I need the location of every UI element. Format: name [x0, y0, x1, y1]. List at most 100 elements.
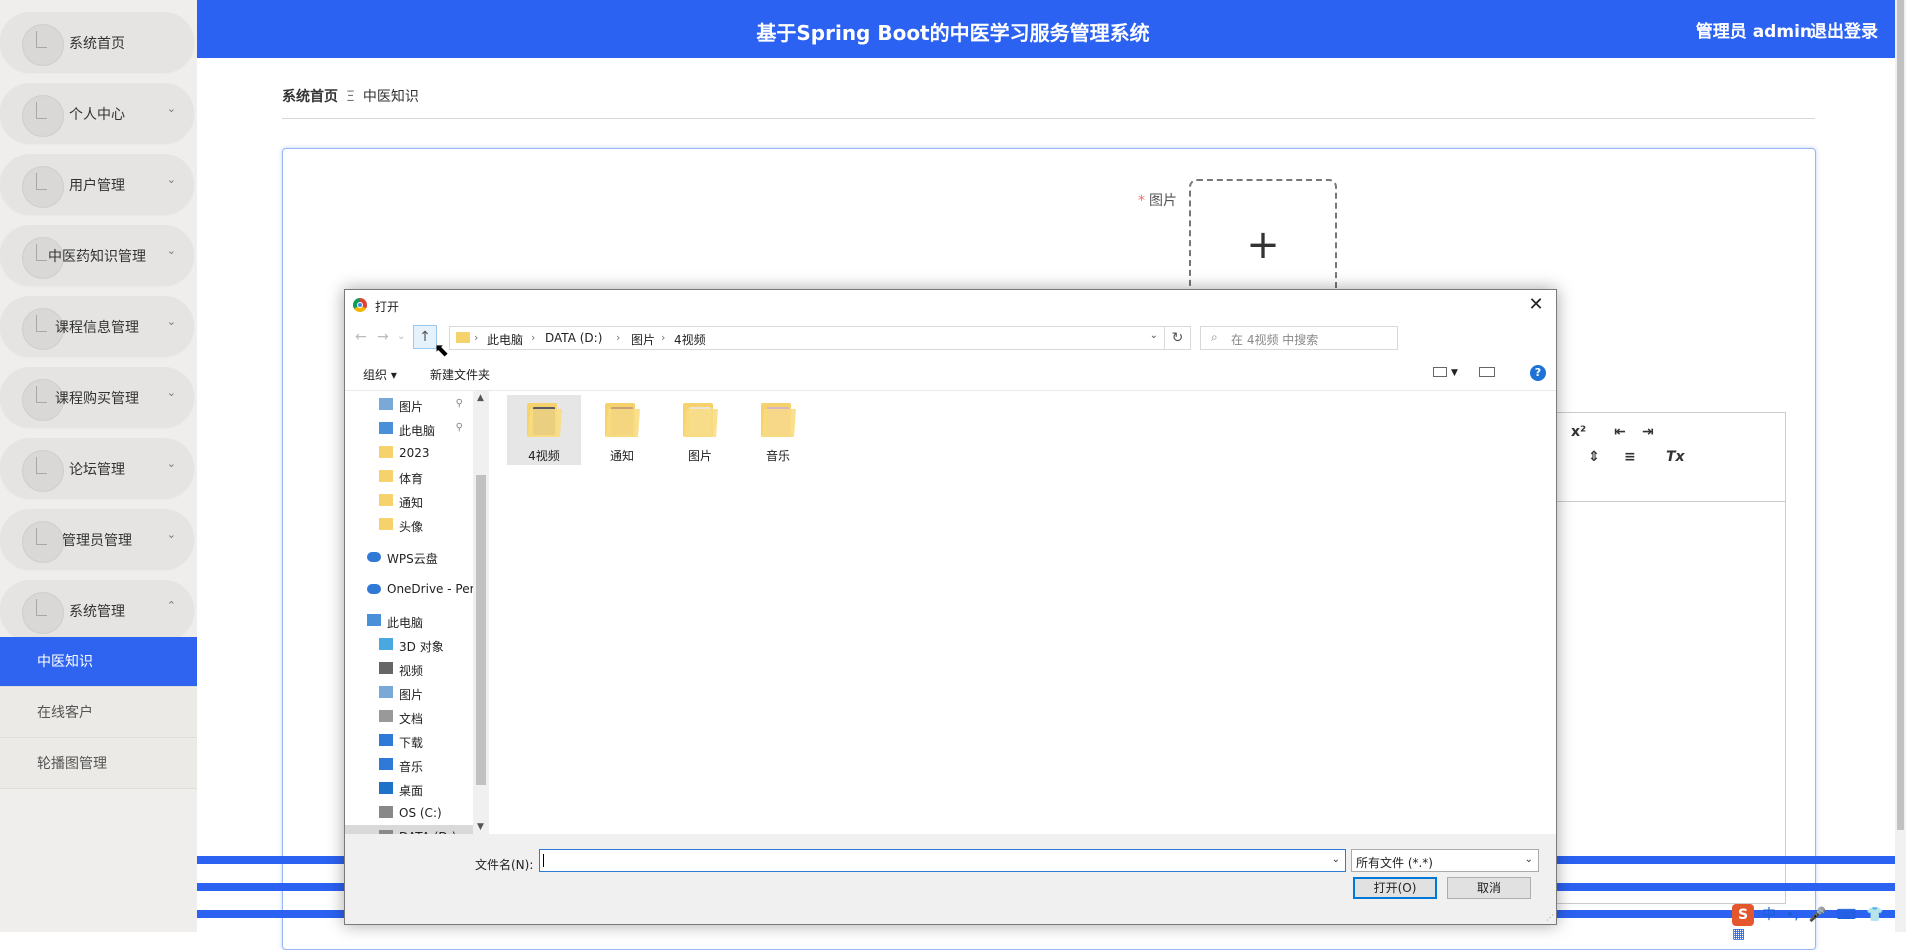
menu-label: 课程购买管理	[55, 391, 139, 407]
pc-icon	[379, 422, 393, 434]
dialog-footer: 文件名(N): ⌄ 所有文件 (*.*) ⌄ 打开(O) 取消 ⋰	[345, 834, 1556, 924]
folder-item[interactable]: 图片	[663, 395, 737, 465]
help-icon[interactable]: ?	[1530, 365, 1546, 381]
address-crumb[interactable]: 此电脑	[487, 331, 523, 348]
nav-pane-item[interactable]: 音乐	[345, 753, 473, 777]
breadcrumb-chevron-icon: ›	[531, 331, 536, 344]
doc-icon	[379, 710, 393, 722]
breadcrumb-chevron-icon: ›	[616, 331, 621, 344]
preview-pane-icon[interactable]	[1479, 367, 1495, 377]
sidebar-subitem[interactable]: 轮播图管理	[0, 739, 197, 789]
logout-link[interactable]: 退出登录	[1810, 17, 1878, 42]
navigation-scrollbar[interactable]: ▲ ▼	[473, 391, 489, 834]
scroll-down-icon[interactable]: ▼	[477, 822, 484, 832]
address-crumb[interactable]: DATA (D:)	[545, 331, 602, 345]
nav-pane-item[interactable]: OS (C:)	[345, 801, 473, 825]
cancel-button[interactable]: 取消	[1447, 877, 1531, 899]
nav-pane-item[interactable]: 图片 ⚲	[345, 393, 473, 417]
sidebar-subitem[interactable]: 中医知识	[0, 637, 197, 687]
image-field-label: * 图片	[1138, 190, 1177, 210]
size-stepper-icon[interactable]: ⇕	[1588, 449, 1600, 465]
download-icon	[379, 734, 393, 746]
sidebar-menu-item[interactable]: 课程购买管理 ⌄	[0, 367, 194, 427]
nav-pane-item[interactable]: 图片	[345, 681, 473, 705]
mouse-pointer-icon: ⬉	[434, 340, 450, 361]
ime-menu-icon[interactable]: ▦	[1732, 926, 1745, 942]
nav-pane-label: 下载	[399, 736, 424, 750]
sidebar-menu-item[interactable]: 个人中心 ⌄	[0, 83, 194, 143]
new-folder-button[interactable]: 新建文件夹	[430, 366, 490, 383]
sidebar-menu-item[interactable]: 论坛管理 ⌄	[0, 438, 194, 498]
sidebar-menu-item[interactable]: 系统首页	[0, 12, 194, 72]
superscript-icon[interactable]: x²	[1571, 424, 1586, 440]
align-left-icon[interactable]: ≡	[1624, 449, 1636, 465]
ime-chinese-mode[interactable]: 中	[1762, 907, 1776, 923]
sidebar-menu-item[interactable]: 课程信息管理 ⌄	[0, 296, 194, 356]
nav-pane-label: OS (C:)	[399, 806, 442, 820]
ime-skin-icon[interactable]: 👕	[1866, 907, 1883, 923]
ime-microphone-icon[interactable]: 🎤	[1809, 907, 1826, 923]
sidebar-menu-item[interactable]: 管理员管理 ⌄	[0, 509, 194, 569]
sidebar-menu-item[interactable]: 中医药知识管理 ⌄	[0, 225, 194, 285]
indent-icon[interactable]: ⇥	[1642, 424, 1654, 440]
folder-item[interactable]: 音乐	[741, 395, 815, 465]
sidebar-subitem[interactable]: 在线客户	[0, 688, 197, 738]
video-icon	[379, 662, 393, 674]
nav-pane-label: 文档	[399, 712, 424, 726]
nav-pane-item[interactable]: 视频	[345, 657, 473, 681]
nav-pane-item[interactable]: OneDrive - Perso	[345, 577, 473, 601]
nav-pane-item[interactable]: 3D 对象	[345, 633, 473, 657]
close-icon[interactable]: ✕	[1516, 290, 1556, 320]
page-scrollbar-thumb[interactable]	[1897, 0, 1904, 830]
page-scrollbar[interactable]	[1895, 0, 1906, 932]
sogou-logo-icon[interactable]: S	[1732, 904, 1754, 926]
ime-keyboard-icon[interactable]: ⌨	[1836, 907, 1856, 923]
rich-text-editor[interactable]	[1553, 412, 1786, 904]
nav-pane-item[interactable]: 2023	[345, 441, 473, 465]
filetype-select[interactable]: 所有文件 (*.*) ⌄	[1351, 849, 1539, 872]
address-crumb[interactable]: 4视频	[674, 331, 706, 348]
open-button[interactable]: 打开(O)	[1353, 877, 1437, 899]
forward-arrow-icon[interactable]: →	[377, 329, 389, 345]
nav-pane-item[interactable]: 文档	[345, 705, 473, 729]
sidebar-menu-item[interactable]: 系统管理 ⌃	[0, 580, 194, 640]
address-crumb[interactable]: 图片	[631, 331, 655, 348]
recent-locations-icon[interactable]: ⌄	[397, 331, 405, 342]
nav-pane-item[interactable]: 此电脑	[345, 609, 473, 633]
dialog-titlebar[interactable]: 打开 ✕	[345, 290, 1556, 320]
filename-input[interactable]: ⌄	[539, 849, 1346, 872]
current-user: 管理员 admin	[1695, 22, 1812, 42]
nav-pane-item[interactable]: 通知	[345, 489, 473, 513]
clear-format-icon[interactable]: Tx	[1666, 449, 1685, 465]
folder-item[interactable]: 4视频	[507, 395, 581, 465]
outdent-icon[interactable]: ⇤	[1614, 424, 1626, 440]
navigation-scrollbar-thumb[interactable]	[476, 475, 486, 785]
back-arrow-icon[interactable]: ←	[355, 329, 367, 345]
address-bar[interactable]: › 此电脑 › DATA (D:) › 图片 › 4视频 ⌄	[449, 326, 1165, 350]
view-mode-icon[interactable]	[1433, 367, 1447, 377]
resize-grip-icon[interactable]: ⋰	[1546, 913, 1554, 922]
chevron-down-icon[interactable]: ⌄	[1150, 330, 1158, 341]
nav-pane-item[interactable]: 头像	[345, 513, 473, 537]
pc-icon	[367, 614, 381, 626]
chevron-icon: ⌄	[166, 315, 176, 328]
nav-pane-item[interactable]: DATA (D:)	[345, 825, 473, 834]
nav-pane-item[interactable]: 下载	[345, 729, 473, 753]
search-input[interactable]: ⌕ 在 4视频 中搜索	[1200, 326, 1398, 350]
sidebar-menu-item[interactable]: 用户管理 ⌄	[0, 154, 194, 214]
folder-item[interactable]: 通知	[585, 395, 659, 465]
chevron-down-icon[interactable]: ⌄	[1332, 854, 1340, 865]
chevron-down-icon[interactable]: ▼	[1451, 368, 1458, 378]
nav-pane-item[interactable]: WPS云盘	[345, 545, 473, 569]
ime-toolbar[interactable]: S 中 •, 🎤 ⌨ 👕 ▦	[1732, 904, 1906, 942]
app-title: 基于Spring Boot的中医学习服务管理系统	[756, 21, 1150, 45]
scroll-up-icon[interactable]: ▲	[477, 393, 484, 403]
nav-pane-item[interactable]: 体育	[345, 465, 473, 489]
nav-pane-item[interactable]: 桌面	[345, 777, 473, 801]
pictures-icon	[379, 686, 393, 698]
nav-pane-item[interactable]: 此电脑 ⚲	[345, 417, 473, 441]
ime-punctuation-icon[interactable]: •,	[1786, 907, 1799, 923]
organize-button[interactable]: 组织 ▾	[363, 366, 397, 383]
breadcrumb-home[interactable]: 系统首页	[282, 89, 338, 105]
refresh-icon[interactable]: ↻	[1165, 326, 1191, 350]
